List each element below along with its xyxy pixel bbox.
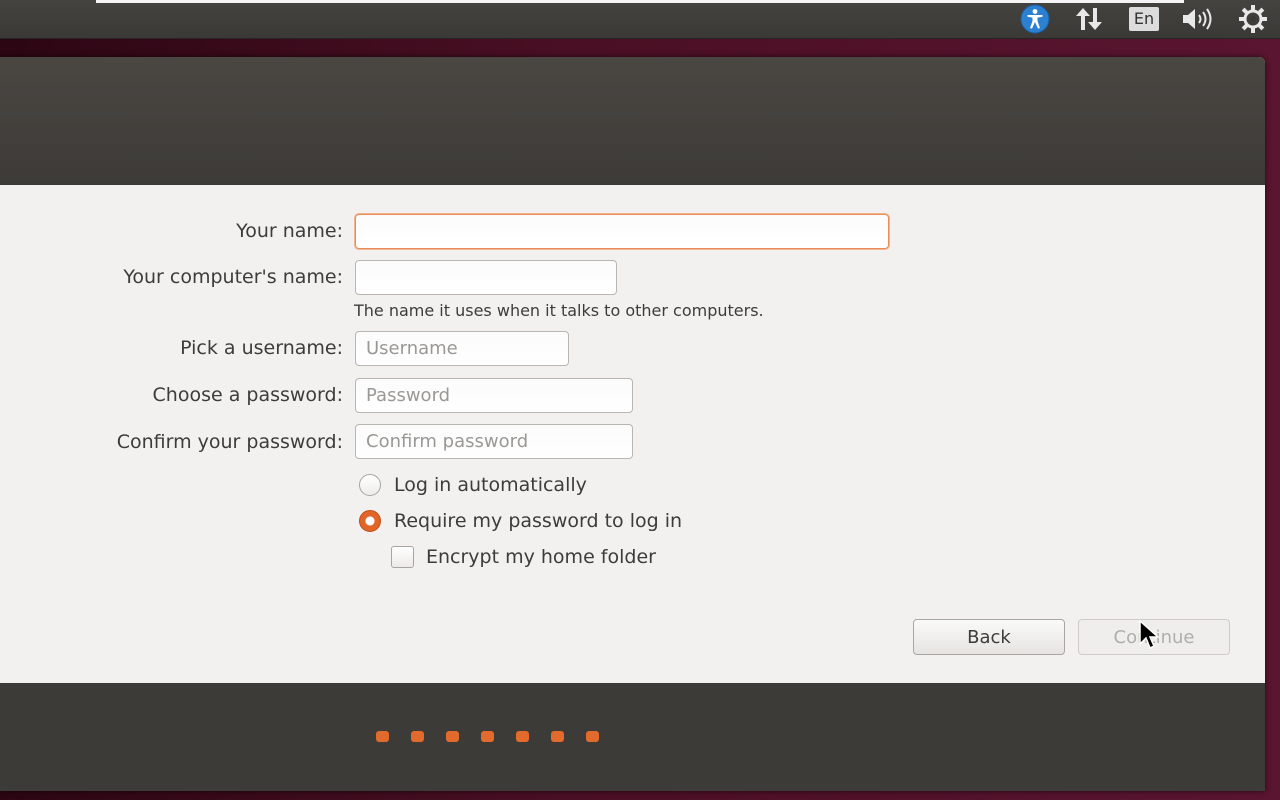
login-automatically-radio[interactable] <box>359 474 381 496</box>
username-input[interactable] <box>355 331 569 366</box>
require-password-radio[interactable] <box>359 510 381 532</box>
progress-dot <box>481 731 494 742</box>
language-indicator[interactable]: En <box>1126 5 1162 33</box>
accessibility-icon[interactable] <box>1018 4 1052 34</box>
progress-dot <box>376 731 389 742</box>
volume-icon[interactable] <box>1178 5 1216 33</box>
window-footer <box>0 683 1265 791</box>
login-automatically-label[interactable]: Log in automatically <box>394 473 587 497</box>
language-label: En <box>1128 7 1160 31</box>
progress-dot <box>446 731 459 742</box>
installer-window: Your name: Your computer's name: The nam… <box>0 57 1265 791</box>
confirm-password-label: Confirm your password: <box>116 431 343 453</box>
progress-dot <box>586 731 599 742</box>
require-password-label[interactable]: Require my password to log in <box>394 509 682 533</box>
username-label: Pick a username: <box>180 337 343 359</box>
password-label: Choose a password: <box>152 384 343 406</box>
progress-dots <box>376 731 599 742</box>
progress-dot <box>516 731 529 742</box>
progress-dot <box>411 731 424 742</box>
network-icon[interactable] <box>1073 5 1105 33</box>
your-name-input[interactable] <box>355 214 889 249</box>
computer-name-input[interactable] <box>355 260 617 295</box>
password-input[interactable] <box>355 378 633 413</box>
encrypt-home-checkbox[interactable] <box>391 546 414 568</box>
confirm-password-input[interactable] <box>355 424 633 459</box>
computer-name-label: Your computer's name: <box>123 266 343 288</box>
progress-dot <box>551 731 564 742</box>
settings-gear-icon[interactable] <box>1236 5 1270 33</box>
computer-name-hint: The name it uses when it talks to other … <box>354 301 764 320</box>
back-button[interactable]: Back <box>913 619 1065 655</box>
your-name-label: Your name: <box>236 220 343 242</box>
top-panel: En <box>0 0 1280 39</box>
window-header <box>0 57 1265 185</box>
mouse-pointer-icon <box>1139 619 1161 654</box>
encrypt-home-label[interactable]: Encrypt my home folder <box>426 545 656 569</box>
